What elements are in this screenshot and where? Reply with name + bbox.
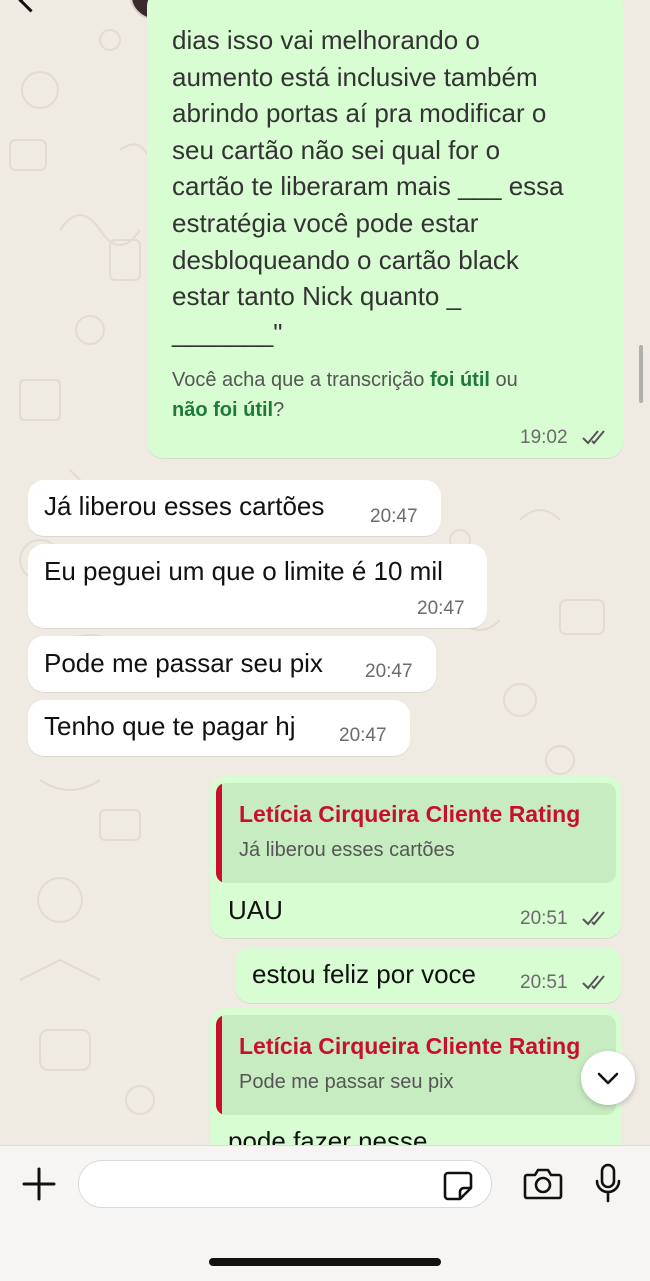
home-indicator — [209, 1258, 441, 1266]
quoted-text: Pode me passar seu pix — [239, 1071, 454, 1093]
transcription-line: dias isso vai melhorando o — [172, 25, 480, 55]
feedback-question-mark: ? — [273, 399, 285, 421]
scroll-to-bottom-button[interactable] — [581, 1051, 635, 1105]
message-text: Já liberou esses cartões — [44, 491, 325, 521]
message-time: 20:47 — [417, 598, 465, 619]
message-input[interactable] — [78, 1160, 492, 1208]
back-arrow-icon[interactable] — [18, 0, 43, 13]
message-text: Eu peguei um que o limite é 10 mil — [44, 556, 443, 586]
transcription-feedback: Você acha que a transcrição foi útil ou … — [172, 365, 592, 425]
feedback-question: Você acha que a transcrição — [172, 369, 430, 391]
transcription-line: seu cartão não sei qual for o — [172, 134, 501, 165]
message-time: 20:51 — [520, 972, 568, 993]
chevron-down-icon — [597, 1072, 619, 1085]
camera-icon[interactable] — [523, 1166, 563, 1202]
scrollbar[interactable] — [639, 345, 643, 403]
double-check-icon — [582, 974, 608, 990]
message-text: Pode me passar seu pix — [44, 648, 323, 678]
message-text: UAU — [228, 895, 283, 925]
message-text: estou feliz por voce — [252, 959, 477, 989]
transcription-text: dias isso vai melhorando o aumento está … — [172, 22, 612, 351]
message-time: 20:47 — [370, 506, 418, 527]
transcription-line: estar tanto Nick quanto _ — [172, 281, 462, 312]
double-check-icon — [582, 910, 608, 926]
plus-icon[interactable] — [21, 1166, 57, 1202]
transcription-line: cartão te liberaram mais ___ essa — [172, 171, 564, 202]
message-clip: pode fazer nesse — [210, 1118, 622, 1145]
transcription-line: abrindo portas aí pra modificar o — [172, 98, 547, 129]
quoted-text: Já liberou esses cartões — [239, 839, 455, 861]
microphone-icon[interactable] — [594, 1163, 622, 1203]
quoted-author: Letícia Cirqueira Cliente Rating — [239, 1033, 581, 1059]
message-time: 19:02 — [520, 427, 568, 448]
feedback-useful-link[interactable]: foi útil — [430, 369, 490, 391]
transcription-line: estratégia você pode estar — [172, 207, 479, 238]
transcription-line: desbloqueando o cartão black — [172, 244, 519, 275]
quoted-message[interactable]: Letícia Cirqueira Cliente Rating Pode me… — [216, 1015, 616, 1115]
message-time: 20:51 — [520, 908, 568, 929]
quote-accent-bar — [216, 783, 222, 883]
double-check-icon — [582, 429, 608, 445]
message-text: Tenho que te pagar hj — [44, 711, 296, 741]
quoted-message[interactable]: Letícia Cirqueira Cliente Rating Já libe… — [216, 783, 616, 883]
quoted-author: Letícia Cirqueira Cliente Rating — [239, 801, 581, 827]
transcription-line: aumento está inclusive também — [172, 61, 538, 92]
feedback-or: ou — [489, 369, 518, 391]
message-text: pode fazer nesse — [228, 1126, 428, 1145]
sticker-icon[interactable] — [442, 1170, 474, 1202]
message-time: 20:47 — [365, 661, 413, 682]
quote-accent-bar — [216, 1015, 222, 1115]
transcription-line: _______" — [172, 317, 283, 348]
feedback-not-useful-link[interactable]: não foi útil — [172, 399, 273, 421]
message-time: 20:47 — [339, 725, 387, 746]
